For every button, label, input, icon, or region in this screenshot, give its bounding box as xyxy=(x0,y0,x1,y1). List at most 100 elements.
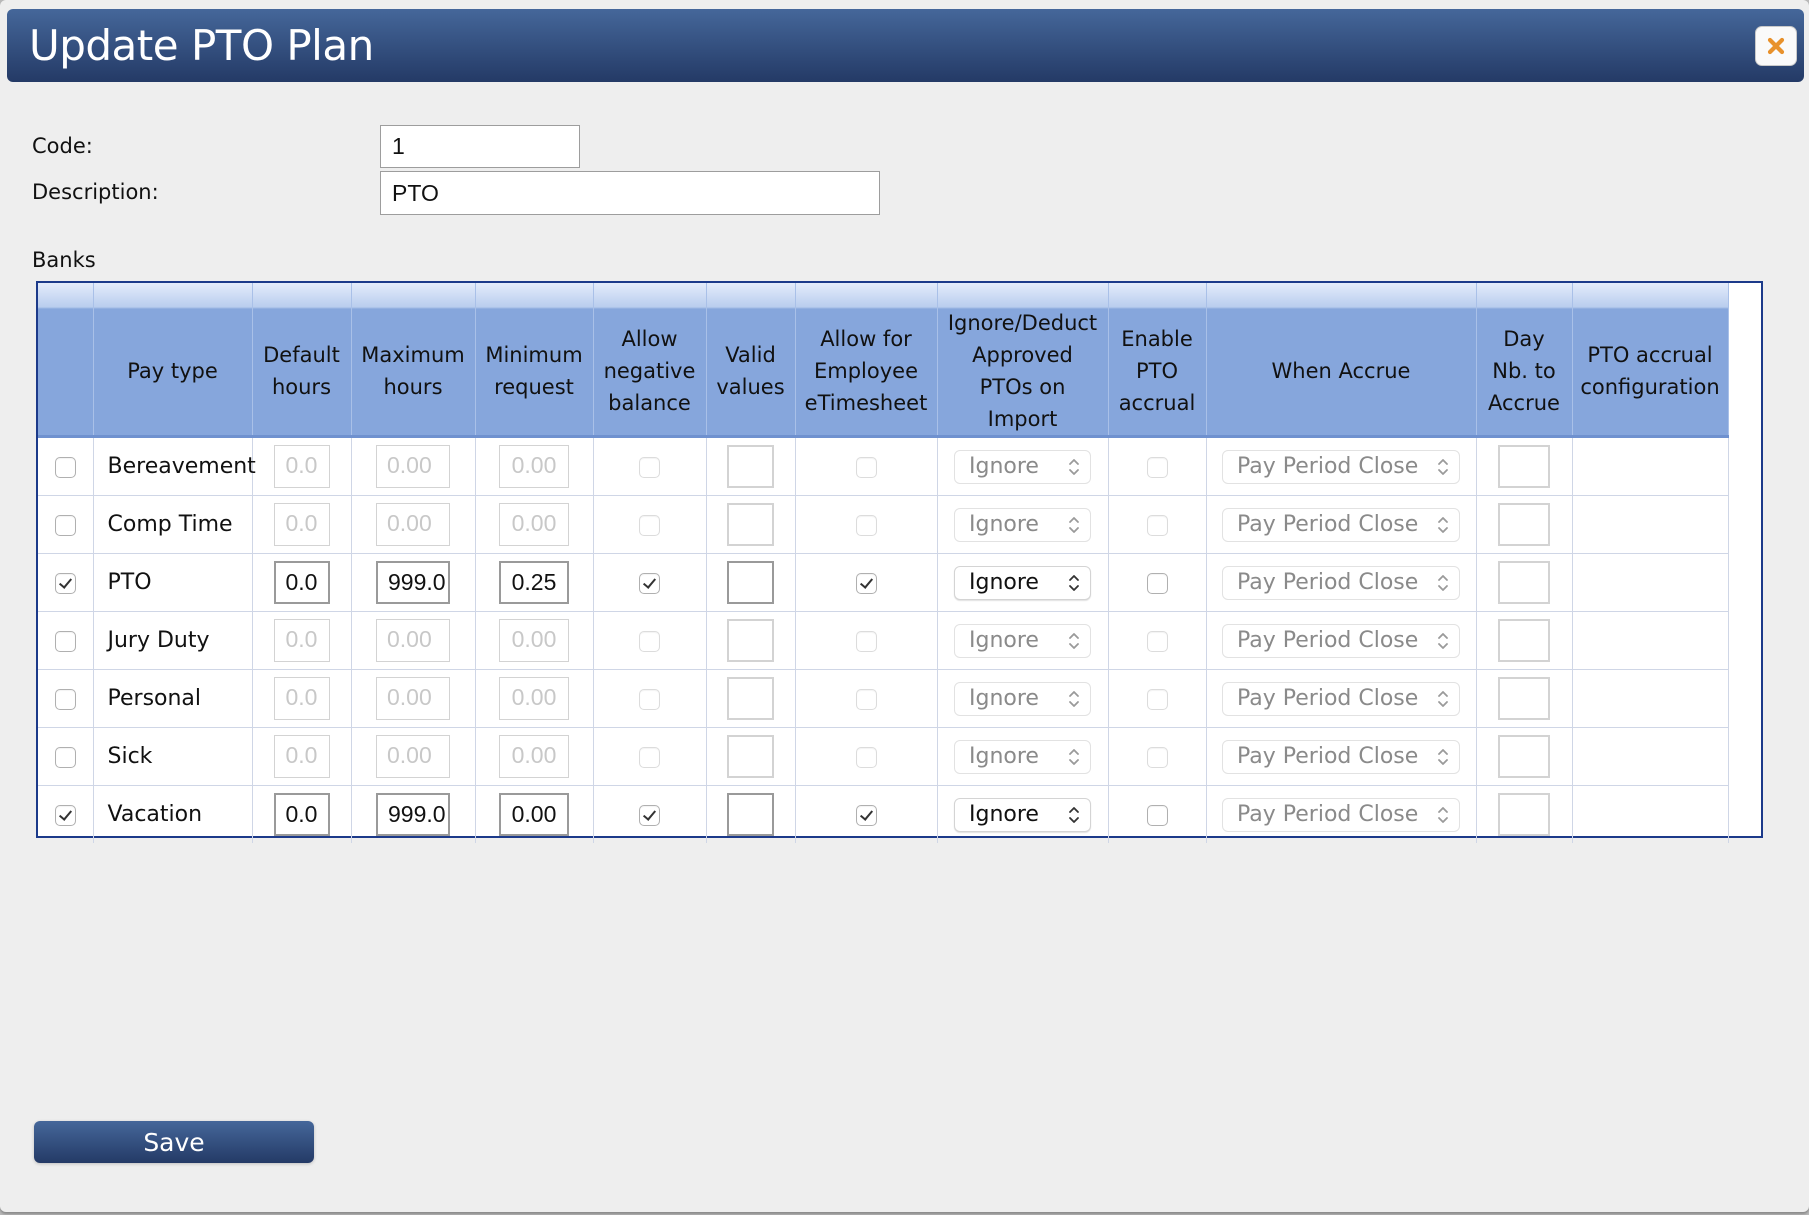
ignore-deduct-select[interactable]: Ignore xyxy=(954,797,1091,832)
allow-etimesheet-checkbox[interactable] xyxy=(855,514,877,536)
close-button[interactable] xyxy=(1755,26,1797,66)
valid-values-cell xyxy=(705,611,796,670)
default-hours-input[interactable]: 0.0 xyxy=(273,619,330,662)
column-header-line: Nb. to xyxy=(1492,359,1556,383)
ignore-deduct-select[interactable]: Ignore xyxy=(954,565,1091,600)
maximum-hours-input[interactable]: 999.0 xyxy=(376,561,450,604)
valid-values-input[interactable] xyxy=(727,503,774,546)
valid-values-input[interactable] xyxy=(727,677,774,720)
valid-values-input[interactable] xyxy=(727,561,774,604)
column-header-allow-negative-balance: Allow negative balance xyxy=(592,283,707,438)
allow-etimesheet-checkbox[interactable] xyxy=(855,630,877,652)
column-header-line: Pay type xyxy=(127,359,218,383)
ignore-deduct-cell: Ignore xyxy=(936,611,1109,670)
default-hours-input[interactable]: 0.0 xyxy=(273,561,330,604)
when-accrue-select[interactable]: Pay Period Close xyxy=(1222,797,1460,832)
row-select-checkbox[interactable] xyxy=(54,688,76,710)
minimum-request-input[interactable]: 0.00 xyxy=(499,793,569,836)
minimum-request-input[interactable]: 0.00 xyxy=(499,445,569,488)
ignore-deduct-select[interactable]: Ignore xyxy=(954,449,1091,484)
minimum-request-input[interactable]: 0.00 xyxy=(499,677,569,720)
maximum-hours-input[interactable]: 0.00 xyxy=(376,735,450,778)
allow-negative-balance-checkbox[interactable] xyxy=(639,688,660,710)
when-accrue-select[interactable]: Pay Period Close xyxy=(1222,623,1460,658)
day-nb-input[interactable] xyxy=(1498,503,1550,546)
day-nb-input[interactable] xyxy=(1498,445,1550,488)
allow-negative-balance-checkbox[interactable] xyxy=(639,456,660,478)
ignore-deduct-select[interactable]: Ignore xyxy=(954,681,1091,716)
row-select-checkbox[interactable] xyxy=(54,514,76,536)
banks-label: Banks xyxy=(32,248,96,272)
row-select-checkbox[interactable] xyxy=(54,630,76,652)
default-hours-input[interactable]: 0.0 xyxy=(273,677,330,720)
save-button[interactable]: Save xyxy=(34,1121,314,1163)
column-header-line: Minimum xyxy=(485,343,583,367)
allow-negative-balance-checkbox[interactable] xyxy=(639,572,660,594)
enable-accrual-checkbox[interactable] xyxy=(1146,688,1168,710)
maximum-hours-input[interactable]: 0.00 xyxy=(376,503,450,546)
ignore-deduct-select[interactable]: Ignore xyxy=(954,739,1091,774)
valid-values-input[interactable] xyxy=(727,735,774,778)
allow-negative-balance-checkbox[interactable] xyxy=(639,804,660,826)
row-select-checkbox[interactable] xyxy=(54,746,76,768)
valid-values-input[interactable] xyxy=(727,619,774,662)
row-select-checkbox[interactable] xyxy=(54,456,76,478)
default-hours-input[interactable]: 0.0 xyxy=(273,445,330,488)
allow-etimesheet-checkbox[interactable] xyxy=(855,456,877,478)
select-cell xyxy=(38,669,94,728)
enable-accrual-checkbox[interactable] xyxy=(1146,456,1168,478)
ignore-deduct-value: Ignore xyxy=(969,512,1039,537)
allow-negative-balance-checkbox[interactable] xyxy=(639,630,660,652)
description-input[interactable]: PTO xyxy=(380,171,880,215)
day-nb-cell xyxy=(1475,495,1573,554)
maximum-hours-input[interactable]: 0.00 xyxy=(376,677,450,720)
when-accrue-select[interactable]: Pay Period Close xyxy=(1222,449,1460,484)
enable-accrual-checkbox[interactable] xyxy=(1146,514,1168,536)
row-select-checkbox[interactable] xyxy=(54,804,76,826)
column-header-day-nb: Day Nb. to Accrue xyxy=(1475,283,1573,438)
enable-accrual-checkbox[interactable] xyxy=(1146,630,1168,652)
allow-negative-balance-checkbox[interactable] xyxy=(639,514,660,536)
bank-row: PTO 0.0 999.0 0.25 Ignore Pay Period Clo… xyxy=(38,553,1729,612)
maximum-hours-input[interactable]: 0.00 xyxy=(376,619,450,662)
when-accrue-cell: Pay Period Close xyxy=(1205,436,1477,496)
day-nb-input[interactable] xyxy=(1498,793,1550,836)
allow-etimesheet-checkbox[interactable] xyxy=(855,746,877,768)
enable-accrual-checkbox[interactable] xyxy=(1146,804,1168,826)
allow-etimesheet-checkbox[interactable] xyxy=(855,804,877,826)
valid-values-input[interactable] xyxy=(727,793,774,836)
allow-etimesheet-checkbox[interactable] xyxy=(855,688,877,710)
default-hours-input[interactable]: 0.0 xyxy=(273,503,330,546)
select-cell xyxy=(38,785,94,843)
day-nb-input[interactable] xyxy=(1498,735,1550,778)
code-input[interactable]: 1 xyxy=(380,125,580,168)
minimum-request-input[interactable]: 0.00 xyxy=(499,619,569,662)
maximum-hours-input[interactable]: 0.00 xyxy=(376,445,450,488)
day-nb-input[interactable] xyxy=(1498,677,1550,720)
minimum-request-cell: 0.00 xyxy=(474,611,594,670)
when-accrue-select[interactable]: Pay Period Close xyxy=(1222,507,1460,542)
maximum-hours-input[interactable]: 999.0 xyxy=(376,793,450,836)
allow-negative-balance-checkbox[interactable] xyxy=(639,746,660,768)
minimum-request-input[interactable]: 0.00 xyxy=(499,503,569,546)
when-accrue-select[interactable]: Pay Period Close xyxy=(1222,739,1460,774)
day-nb-cell xyxy=(1475,436,1573,496)
ignore-deduct-select[interactable]: Ignore xyxy=(954,507,1091,542)
ignore-deduct-select[interactable]: Ignore xyxy=(954,623,1091,658)
column-header-line: PTO xyxy=(1135,359,1179,383)
valid-values-input[interactable] xyxy=(727,445,774,488)
row-select-checkbox[interactable] xyxy=(54,572,76,594)
pay-type-cell: Vacation xyxy=(92,785,253,843)
default-hours-input[interactable]: 0.0 xyxy=(273,735,330,778)
default-hours-input[interactable]: 0.0 xyxy=(273,793,330,836)
day-nb-input[interactable] xyxy=(1498,619,1550,662)
enable-accrual-checkbox[interactable] xyxy=(1146,572,1168,594)
when-accrue-select[interactable]: Pay Period Close xyxy=(1222,681,1460,716)
when-accrue-select[interactable]: Pay Period Close xyxy=(1222,565,1460,600)
enable-accrual-checkbox[interactable] xyxy=(1146,746,1168,768)
minimum-request-input[interactable]: 0.25 xyxy=(499,561,569,604)
minimum-request-input[interactable]: 0.00 xyxy=(499,735,569,778)
day-nb-input[interactable] xyxy=(1498,561,1550,604)
column-header-line: Default xyxy=(263,343,340,367)
allow-etimesheet-checkbox[interactable] xyxy=(855,572,877,594)
